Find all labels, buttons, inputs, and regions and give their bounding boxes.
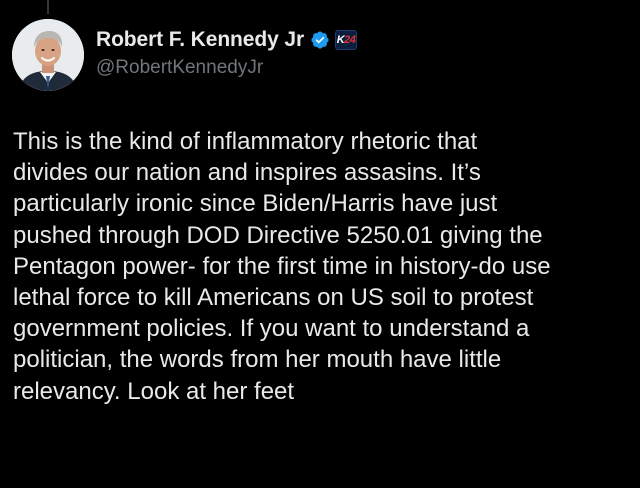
avatar[interactable] (12, 19, 84, 91)
tweet-body: This is the kind of inflammatory rhetori… (13, 126, 633, 407)
tweet-line: divides our nation and inspires assasins… (13, 159, 481, 187)
tweet-line: This is the kind of inflammatory rhetori… (13, 128, 478, 155)
tweet-line: Pentagon power- for the first time in hi… (13, 252, 551, 280)
tweet-line: lethal force to kill Americans on US soi… (13, 284, 534, 312)
tweet-line: relevancy. Look at her feet (13, 377, 295, 405)
tweet-line: pushed through DOD Directive 5250.01 giv… (13, 221, 543, 249)
verified-checkmark-icon[interactable] (310, 30, 330, 50)
author-name-row[interactable]: Robert F. Kennedy Jr K 24 (96, 26, 358, 54)
k24-affiliate-badge-icon[interactable]: K 24 (335, 30, 358, 50)
tweet-line: politician, the words from her mouth hav… (13, 346, 502, 374)
tweet-line: particularly ironic since Biden/Harris h… (13, 190, 498, 218)
tweet-line: government policies. If you want to unde… (13, 315, 530, 343)
profile-photo-icon (12, 19, 84, 91)
author-display-name[interactable]: Robert F. Kennedy Jr (96, 28, 304, 52)
thread-connector-line (47, 0, 49, 14)
author-handle[interactable]: @RobertKennedyJr (96, 57, 263, 79)
affiliate-badge-number: 24 (344, 34, 356, 46)
